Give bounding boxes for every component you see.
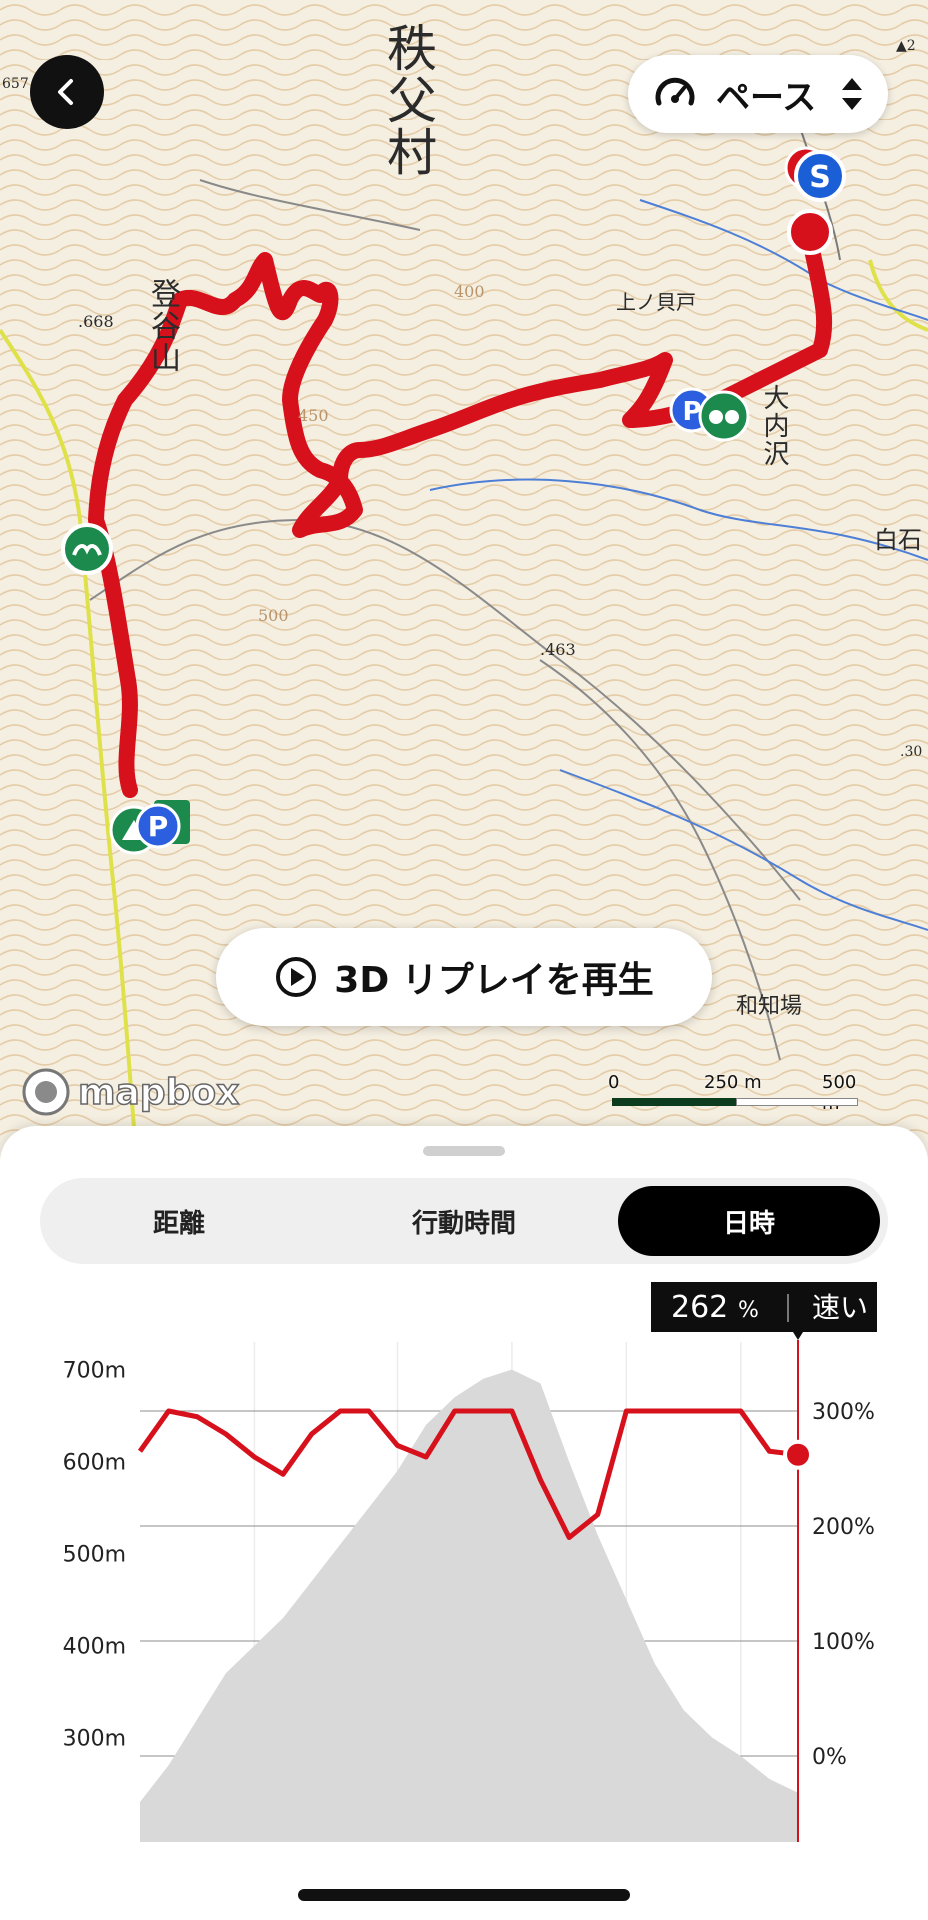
parking-viewpoint-icon[interactable]: P (668, 384, 754, 444)
elevation-area (140, 1369, 798, 1842)
tab-datetime-label: 日時 (722, 1208, 775, 1239)
scale-bar-light (736, 1098, 858, 1106)
map-label-shiraishi: 白石 (874, 526, 922, 554)
play-circle-icon (276, 957, 317, 997)
map-label-wachiba: 和知場 (736, 994, 803, 1019)
map-label-oouchizawa: 大内沢 (759, 384, 789, 468)
start-letter: S (809, 160, 831, 195)
map-label-edge-30: .30 (900, 744, 923, 760)
y-right-tick-label: 300% (812, 1400, 875, 1425)
map-label-kaminokaido: 上ノ貝戸 (616, 290, 696, 314)
mapbox-logo[interactable]: mapbox (20, 1066, 240, 1118)
replay-3d-label: 3D リプレイを再生 (334, 960, 654, 1001)
bottom-sheet: 距離 行動時間 日時 300m 400m 500m 600m 700m 0% 100% 20… (0, 1126, 928, 1920)
sort-arrows-icon (842, 78, 862, 110)
scale-tick-250: 250 m (704, 1072, 762, 1093)
tab-distance[interactable]: 距離 (48, 1186, 310, 1256)
y-left-tick-label: 700m (63, 1359, 126, 1384)
tooltip-label: 速い (812, 1291, 868, 1324)
sheet-drag-handle[interactable] (423, 1146, 505, 1156)
tooltip-value: 262 (671, 1290, 728, 1325)
scale-tick-500: 500 m (822, 1072, 857, 1114)
y-right-tick-label: 200% (812, 1515, 875, 1540)
map-label-contour-500: 500 (258, 606, 289, 625)
chart-cursor-dot[interactable] (783, 1439, 813, 1470)
map-scale-bar: 0 250 m 500 m (608, 1072, 858, 1114)
pace-selector-button[interactable]: ペース (628, 55, 888, 133)
x-axis-mode-segmented-control: 距離 行動時間 日時 (40, 1178, 888, 1264)
y-left-tick-label: 600m (63, 1451, 126, 1476)
home-indicator[interactable] (298, 1889, 630, 1901)
map-label-village: 秩父村 (379, 22, 437, 178)
map-label-elevation-657: 657 (2, 76, 29, 92)
pace-selector-label: ペース (716, 77, 817, 118)
map-label-contour-400: 400 (454, 282, 485, 301)
back-button[interactable] (30, 55, 104, 129)
parking-trailhead-icon[interactable]: P (108, 800, 192, 860)
tab-distance-label: 距離 (152, 1208, 205, 1239)
map-label-elevation-668: .668 (78, 312, 114, 331)
y-left-tick-label: 400m (63, 1635, 126, 1660)
elevation-pace-chart[interactable]: 300m400m500m600m700m 0%100%200%300% 17:5… (0, 1282, 928, 1842)
parking-letter: P (148, 810, 169, 843)
map-label-contour-450: 450 (298, 406, 329, 425)
start-marker-icon[interactable]: S (780, 142, 850, 262)
scale-tick-0: 0 (608, 1072, 620, 1093)
y-left-tick-label: 500m (63, 1543, 126, 1568)
tooltip-unit: % (738, 1298, 759, 1323)
map-view[interactable]: 秩父村 登谷山 大内沢 上ノ貝戸 白石 和知場 .668 .463 657 40… (0, 0, 928, 1140)
tab-moving-time-label: 行動時間 (411, 1208, 516, 1239)
speedometer-icon (655, 77, 695, 106)
hiking-trailhead-icon[interactable] (60, 522, 114, 576)
mapbox-wordmark: mapbox (77, 1071, 240, 1114)
map-label-mountain: 登谷山 (145, 278, 180, 374)
map-label-edge-a2: ▲2 (896, 38, 916, 54)
tab-datetime[interactable]: 日時 (618, 1186, 880, 1256)
y-right-tick-label: 0% (812, 1745, 847, 1770)
tab-moving-time[interactable]: 行動時間 (333, 1186, 595, 1256)
scale-bar-dark (612, 1098, 736, 1106)
y-right-tick-label: 100% (812, 1630, 875, 1655)
y-left-tick-label: 300m (63, 1727, 126, 1752)
chevron-left-icon (58, 79, 73, 105)
replay-3d-button[interactable]: 3D リプレイを再生 (216, 928, 712, 1026)
map-label-elevation-463: .463 (540, 640, 576, 659)
parking-letter: P (682, 397, 701, 427)
pace-tooltip: 262 % 速い (651, 1282, 877, 1340)
mapbox-icon (22, 1068, 70, 1116)
